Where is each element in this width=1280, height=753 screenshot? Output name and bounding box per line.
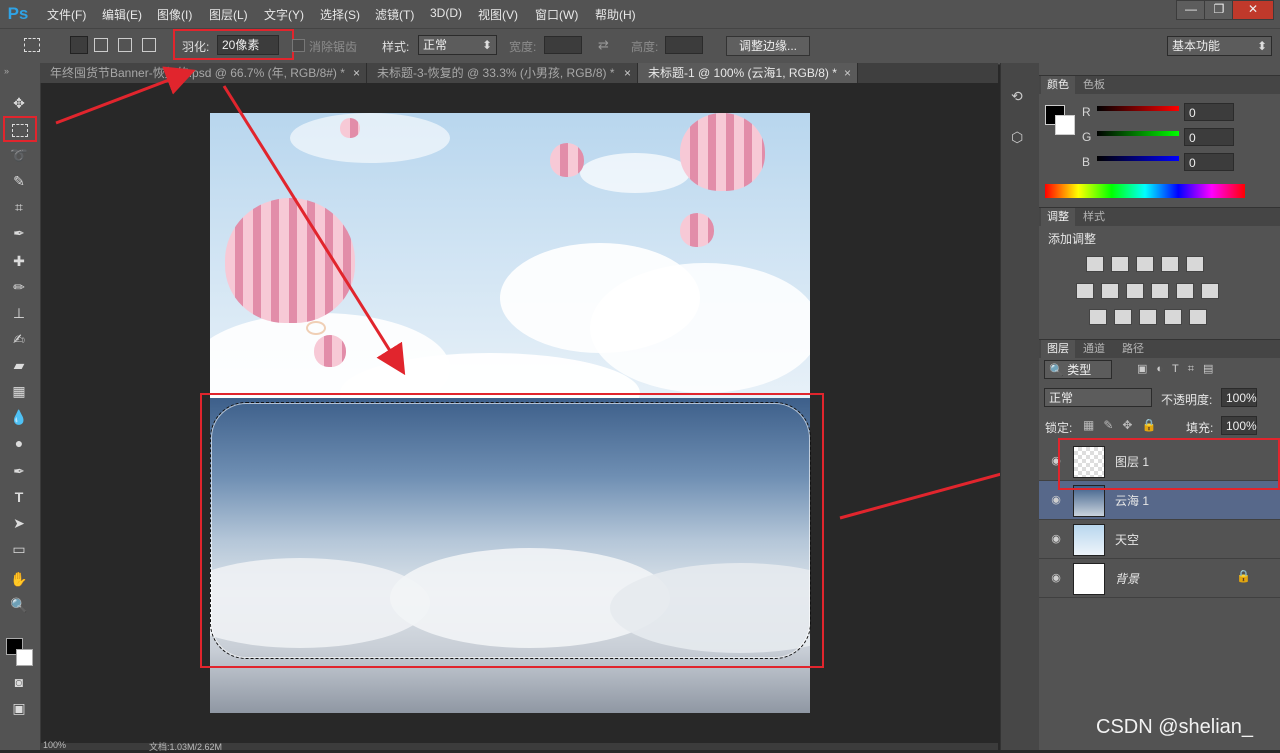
layer-filter-icons[interactable]: ▣◐T⌗▤ — [1137, 362, 1267, 376]
lock-icons[interactable]: ▦✎✥🔒 — [1083, 418, 1165, 432]
color-panel-header: 颜色 色板 — [1039, 75, 1280, 94]
visibility-eye-icon[interactable]: ◉ — [1049, 571, 1063, 585]
threshold-icon[interactable] — [1139, 309, 1157, 325]
blend-mode-select[interactable]: 正常 — [1044, 388, 1152, 407]
adjust-panel-header: 调整 样式 — [1039, 207, 1280, 226]
visibility-eye-icon[interactable]: ◉ — [1049, 532, 1063, 546]
layer-name: 背景 — [1115, 572, 1140, 586]
posterize-icon[interactable] — [1114, 309, 1132, 325]
selective-color-icon[interactable] — [1164, 309, 1182, 325]
hue-saturation-icon[interactable] — [1076, 283, 1094, 299]
g-slider[interactable] — [1097, 131, 1179, 136]
blend-mode-value: 正常 — [1049, 391, 1074, 405]
invert-icon[interactable] — [1089, 309, 1107, 325]
layer-highlight-box — [1058, 438, 1280, 490]
r-slider[interactable] — [1097, 106, 1179, 111]
color-balance-icon[interactable] — [1101, 283, 1119, 299]
status-bar: 100% 文档:1.03M/2.62M — [41, 740, 998, 752]
gradient-map-icon[interactable] — [1189, 309, 1207, 325]
history-icon[interactable]: ⟲ — [1011, 88, 1023, 105]
lock-label: 锁定: — [1045, 421, 1073, 435]
tab-swatches[interactable]: 色板 — [1077, 76, 1111, 94]
layer-thumbnail — [1073, 524, 1105, 556]
zoom-level[interactable]: 100% — [43, 740, 66, 750]
layer-row-sky[interactable]: ◉ 天空 — [1039, 520, 1280, 559]
tab-color[interactable]: 颜色 — [1041, 76, 1075, 94]
arrow-to-canvas — [222, 85, 406, 376]
tab-channels[interactable]: 通道 — [1077, 340, 1111, 358]
g-label: G — [1082, 130, 1092, 144]
black-white-icon[interactable] — [1126, 283, 1144, 299]
layer-name: 云海 1 — [1115, 494, 1150, 508]
channel-mixer-icon[interactable] — [1176, 283, 1194, 299]
brightness-icon[interactable] — [1086, 256, 1104, 272]
opacity-label: 不透明度: — [1161, 393, 1213, 407]
b-label: B — [1082, 155, 1091, 169]
tab-adjustments[interactable]: 调整 — [1041, 208, 1075, 226]
watermark: CSDN @shelian_ — [1096, 716, 1254, 738]
lock-icon: 🔒 — [1236, 569, 1251, 583]
tab-paths[interactable]: 路径 — [1116, 340, 1150, 358]
visibility-eye-icon[interactable]: ◉ — [1049, 493, 1063, 507]
tab-layers[interactable]: 图层 — [1041, 340, 1075, 358]
layer-thumbnail — [1073, 563, 1105, 595]
layer-row-background[interactable]: ◉ 背景 🔒 — [1039, 559, 1280, 598]
3d-icon[interactable]: ⬡ — [1011, 129, 1023, 146]
layers-panel-header: 图层 通道 路径 — [1039, 339, 1280, 358]
color-lookup-icon[interactable] — [1201, 283, 1219, 299]
levels-icon[interactable] — [1111, 256, 1129, 272]
b-slider[interactable] — [1097, 156, 1179, 161]
exposure-icon[interactable] — [1161, 256, 1179, 272]
opacity-input[interactable]: 100% — [1221, 388, 1257, 407]
fill-input[interactable]: 100% — [1221, 416, 1257, 435]
photo-filter-icon[interactable] — [1151, 283, 1169, 299]
panel-dock-strip: ⟲ ⬡ — [1000, 63, 1039, 750]
right-panels: 颜色 色板 R 0 G 0 B 0 调整 样式 添加调整 图层 通道 路径 🔍 … — [1039, 63, 1280, 750]
r-label: R — [1082, 105, 1091, 119]
layer-name: 天空 — [1115, 533, 1140, 547]
layer-filter-value: 类型 — [1067, 363, 1092, 377]
tab-styles[interactable]: 样式 — [1077, 208, 1111, 226]
layer-filter-select[interactable]: 🔍 类型 — [1044, 360, 1112, 379]
g-input[interactable]: 0 — [1184, 128, 1234, 146]
add-adjustment-title: 添加调整 — [1048, 232, 1097, 246]
color-spectrum-bar[interactable] — [1045, 184, 1245, 198]
b-input[interactable]: 0 — [1184, 153, 1234, 171]
arrow-to-feather — [55, 66, 196, 125]
r-input[interactable]: 0 — [1184, 103, 1234, 121]
curves-icon[interactable] — [1136, 256, 1154, 272]
bg-color-swatch[interactable] — [1055, 115, 1075, 135]
vibrance-icon[interactable] — [1186, 256, 1204, 272]
document-size: 文档:1.03M/2.62M — [149, 742, 223, 752]
fill-label: 填充: — [1186, 421, 1214, 435]
